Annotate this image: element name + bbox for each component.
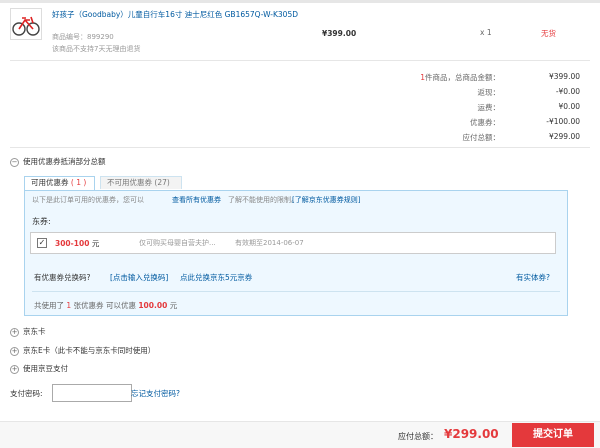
- coupon-amount: 300-100 元: [55, 238, 99, 249]
- summary-total-row: 1件商品，总商品金额： ¥399.00: [300, 72, 580, 86]
- coupon-section-toggle[interactable]: − 使用优惠券抵消部分总额: [10, 156, 106, 167]
- tab-unusable-count: (27): [154, 178, 170, 187]
- return-policy-note: 该商品不支持7天无理由退货: [52, 45, 141, 53]
- coupon-usage-summary: 共使用了 1 张优惠券 可以优惠 100.00 元: [34, 300, 177, 311]
- coupon-hint-text: 以下是此订单可用的优惠券，您可以: [32, 196, 144, 204]
- jd-card-label: 京东卡: [23, 327, 46, 336]
- coupon-section-title: 使用优惠券抵消部分总额: [23, 157, 106, 166]
- coupon-label: 优惠券：: [470, 118, 500, 127]
- jd-card-toggle[interactable]: + 京东卡: [10, 326, 46, 337]
- order-footer: [0, 421, 600, 448]
- collapse-icon: −: [10, 157, 19, 167]
- jd-bean-label: 使用京豆支付: [23, 364, 68, 373]
- used-prefix: 共使用了: [34, 301, 64, 310]
- coupon-unit: 元: [91, 239, 100, 248]
- product-price: ¥399.00: [322, 29, 357, 38]
- summary-shipping-row: 运费： ¥0.00: [300, 102, 581, 116]
- rebate-label: 返现：: [477, 88, 501, 97]
- jd-ecard-label: 京东E卡（此卡不能与京东卡同时使用）: [23, 346, 156, 355]
- summary-coupon-row: 优惠券： -¥100.00: [300, 117, 580, 131]
- bicycle-icon: [12, 16, 40, 36]
- coupon-hint-mid: 了解不能使用的限制。: [228, 196, 298, 204]
- footer-due-value: ¥299.00: [444, 427, 499, 441]
- coupon-name: 300-100: [55, 239, 90, 248]
- coupon-value: -¥100.00: [546, 117, 580, 126]
- coupon-item[interactable]: ✓ 300-100 元 仅可购买母婴自营夫护... 有效期至2014-06-07: [30, 232, 556, 254]
- used-amount: 100.00: [138, 301, 168, 310]
- rebate-value: -¥0.00: [555, 87, 580, 96]
- used-count: 1: [66, 301, 72, 310]
- redeem-question: 有优惠券兑换码?: [34, 273, 91, 282]
- summary-total: ¥399.00: [548, 72, 580, 81]
- used-suffix: 元: [169, 301, 178, 310]
- due-value: ¥299.00: [548, 132, 580, 141]
- tab-usable-count: ( 1 ): [70, 178, 87, 187]
- product-code-value: 899290: [87, 33, 114, 41]
- tab-unusable-label: 不可用优惠券: [107, 178, 152, 187]
- forgot-password-link[interactable]: 忘记支付密码?: [131, 388, 180, 399]
- tab-usable-label: 可用优惠券: [31, 178, 69, 187]
- expand-icon: +: [10, 327, 19, 337]
- coupon-rules-link[interactable]: [了解京东优惠券规则]: [292, 195, 360, 205]
- shipping-value: ¥0.00: [558, 102, 580, 111]
- enter-code-link[interactable]: [点击输入兑换码]: [110, 272, 168, 283]
- pay-password-label: 支付密码:: [10, 389, 43, 398]
- stock-status: 无货: [541, 29, 556, 38]
- coupon-description: 仅可购买母婴自营夫护...: [139, 239, 216, 247]
- physical-coupon-link[interactable]: 有实体券?: [516, 272, 550, 283]
- view-all-coupons-link[interactable]: 查看所有优惠券: [172, 195, 221, 205]
- dong-coupon-label: 东券:: [32, 217, 51, 226]
- used-mid: 张优惠券 可以优惠: [73, 301, 136, 310]
- expand-icon: +: [10, 346, 19, 356]
- expand-icon: +: [10, 364, 19, 374]
- jd-bean-toggle[interactable]: + 使用京豆支付: [10, 363, 68, 374]
- summary-rebate-row: 返现： -¥0.00: [300, 87, 581, 101]
- coupon-checkbox[interactable]: ✓: [37, 238, 47, 248]
- product-quantity: x 1: [480, 28, 492, 37]
- pay-password-input[interactable]: [52, 384, 132, 402]
- top-divider: [0, 0, 600, 3]
- coupon-panel-divider: [32, 291, 560, 292]
- submit-order-button[interactable]: 提交订单: [512, 423, 594, 447]
- jd-ecard-toggle[interactable]: + 京东E卡（此卡不能与京东卡同时使用）: [10, 345, 155, 356]
- coupon-hint: 以下是此订单可用的优惠券，您可以: [32, 195, 144, 205]
- shipping-label: 运费：: [477, 103, 501, 112]
- coupon-expiry: 有效期至2014-06-07: [235, 239, 304, 247]
- due-label: 应付总额：: [462, 133, 501, 142]
- tab-unusable-coupons[interactable]: 不可用优惠券 (27): [100, 176, 182, 189]
- summary-count-label: 件商品，总商品金额：: [425, 73, 500, 82]
- product-code-label: 商品编号：: [52, 33, 87, 41]
- section-divider: [10, 147, 590, 148]
- tab-usable-coupons[interactable]: 可用优惠券 ( 1 ): [24, 176, 95, 190]
- summary-due-row: 应付总额： ¥299.00: [300, 132, 581, 146]
- product-thumbnail[interactable]: [10, 8, 42, 40]
- footer-due-label: 应付总额：: [398, 432, 438, 441]
- product-code: 商品编号：899290: [52, 32, 114, 42]
- product-name-link[interactable]: 好孩子（Goodbaby）儿童自行车16寸 迪士尼红色 GB1657Q-W-K3…: [52, 10, 302, 20]
- redeem-jd-coupon-link[interactable]: 点此兑换京东5元京券: [180, 272, 252, 283]
